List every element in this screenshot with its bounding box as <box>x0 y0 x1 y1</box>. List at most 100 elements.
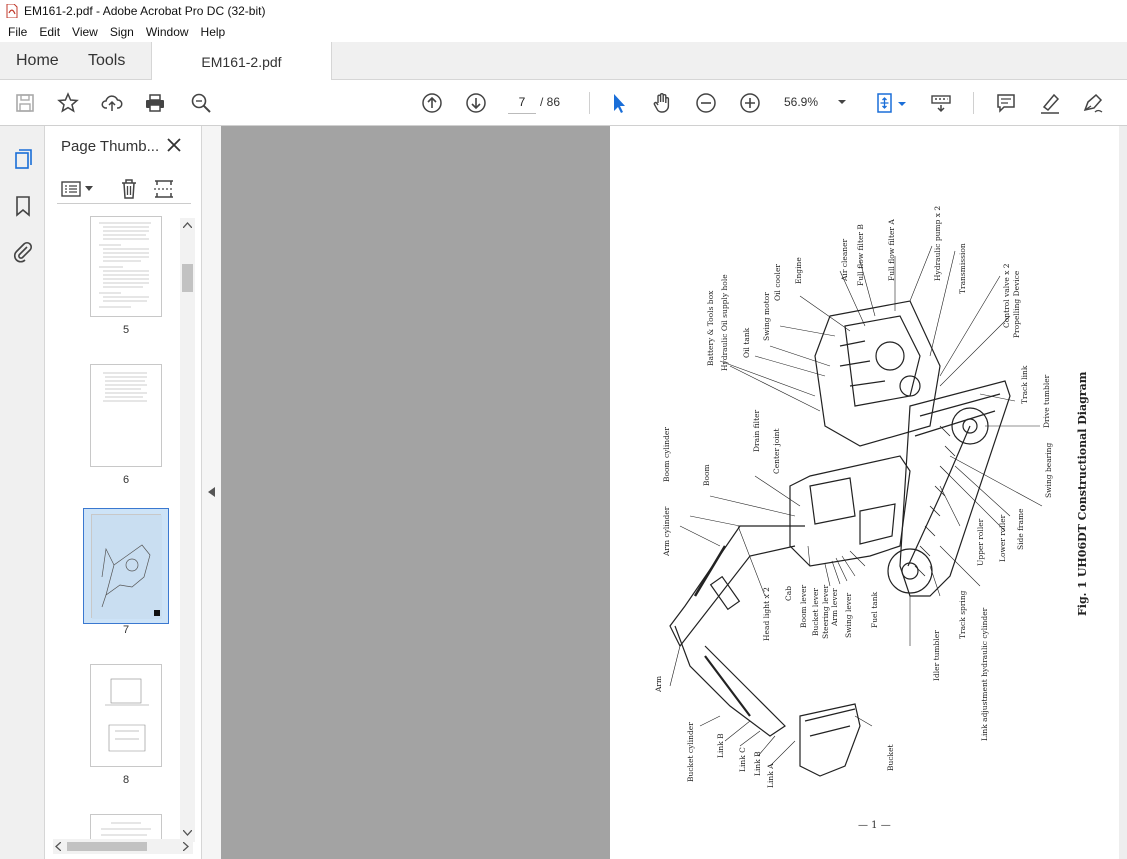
thumbnail-list: 5 6 7 8 <box>45 216 180 844</box>
diagram-label: Boom lever <box>799 584 808 628</box>
thumbnail-vertical-scrollbar[interactable] <box>180 218 195 842</box>
hand-tool-button[interactable] <box>649 90 675 116</box>
thumbnail-preview <box>103 372 147 402</box>
page-footer-number: — 1 — <box>858 820 891 831</box>
diagram-label: Link B <box>716 733 725 758</box>
collapse-arrow-icon[interactable] <box>208 487 215 497</box>
select-tool-button[interactable] <box>606 90 632 116</box>
diagram-label: Link C <box>738 747 747 772</box>
diagram-label: Bucket cylinder <box>686 722 695 782</box>
zoom-level-input[interactable]: 56.9% <box>784 90 832 114</box>
attachment-icon[interactable] <box>11 240 35 264</box>
menu-sign[interactable]: Sign <box>104 25 140 39</box>
diagram-label: Lower roller <box>998 514 1007 562</box>
upload-icon <box>101 95 123 111</box>
diagram-label: Engine <box>794 257 803 284</box>
scroll-up-icon[interactable] <box>183 222 192 228</box>
scrollbar-thumb[interactable] <box>182 264 193 292</box>
menu-help[interactable]: Help <box>195 25 232 39</box>
menu-view[interactable]: View <box>66 25 104 39</box>
upload-button[interactable] <box>99 90 125 116</box>
zoom-out-icon <box>696 93 716 113</box>
diagram-label: Fuel tank <box>870 591 879 628</box>
bookmark-star-button[interactable] <box>55 90 81 116</box>
diagram-label: Track spring <box>958 590 967 639</box>
toolbar-divider-2 <box>973 92 974 114</box>
diagram-label: Boom <box>702 464 711 486</box>
diagram-label: Bucket <box>886 744 895 771</box>
page-thumbnails-panel: Page Thumb... 5 6 7 8 <box>45 126 202 859</box>
diagram-label: Steering lever <box>821 584 830 639</box>
scroll-right-icon[interactable] <box>183 842 189 851</box>
diagram-label: Swing bearing <box>1044 442 1053 498</box>
tab-home[interactable]: Home <box>16 42 59 80</box>
main-toolbar <box>0 80 1127 126</box>
print-button[interactable] <box>142 90 168 116</box>
scrollbar-thumb[interactable] <box>67 842 147 851</box>
hand-icon <box>653 93 670 113</box>
thumbnail-options-icon[interactable] <box>61 180 81 198</box>
document-canvas <box>221 126 610 859</box>
diagram-label: Drain filter <box>752 409 761 452</box>
panel-title: Page Thumb... <box>61 138 160 155</box>
thumbnail-page-6[interactable] <box>90 364 162 467</box>
tab-document[interactable]: EM161-2.pdf <box>151 42 332 81</box>
keyboard-tool-button[interactable] <box>928 90 954 116</box>
fit-dropdown-chevron-icon[interactable] <box>898 100 906 108</box>
thumbnail-page-5[interactable] <box>90 216 162 317</box>
diagram-label: Head light x 2 <box>762 587 771 641</box>
select-arrow-icon <box>614 94 625 113</box>
comment-icon <box>997 94 1015 113</box>
save-button[interactable] <box>12 90 38 116</box>
comment-button[interactable] <box>993 90 1019 116</box>
diagram-label: Swing motor <box>762 292 771 341</box>
sign-button[interactable] <box>1080 90 1106 116</box>
pen-sign-icon <box>1083 93 1103 113</box>
thumbnail-preview <box>92 515 162 619</box>
document-scrollbar[interactable] <box>1119 126 1127 859</box>
page-fit-button[interactable] <box>872 90 898 116</box>
save-icon <box>16 94 34 112</box>
tab-bar: Home Tools EM161-2.pdf <box>0 42 1127 81</box>
thumbnail-page-8[interactable] <box>90 664 162 767</box>
diagram-label: Oil cooler <box>773 264 782 301</box>
diagram-label: Center joint <box>772 428 781 474</box>
thumbnail-horizontal-scrollbar[interactable] <box>53 839 193 854</box>
diagram-label: Battery & Tools box <box>706 290 715 366</box>
page-number-input[interactable]: 7 <box>508 90 536 114</box>
chevron-down-icon[interactable] <box>836 92 848 112</box>
scroll-left-icon[interactable] <box>55 842 61 851</box>
menu-window[interactable]: Window <box>140 25 195 39</box>
delete-icon[interactable] <box>119 178 139 200</box>
page-up-icon <box>422 93 442 113</box>
diagram-label: Link adjustment hydraulic cylinder <box>980 607 989 741</box>
left-rail <box>0 126 45 859</box>
diagram-label: Oil tank <box>742 327 751 358</box>
page-total: / 86 <box>540 95 561 109</box>
menu-file[interactable]: File <box>2 25 33 39</box>
zoom-in-icon <box>740 93 760 113</box>
panel-collapse-handle[interactable] <box>202 126 221 859</box>
previous-page-button[interactable] <box>419 90 445 116</box>
close-icon[interactable] <box>165 136 183 154</box>
diagram-label: Idler tumbler <box>932 630 941 681</box>
extract-pages-icon[interactable] <box>153 178 175 200</box>
page-thumbnails-icon[interactable] <box>11 148 35 172</box>
title-bar: EM161-2.pdf - Adobe Acrobat Pro DC (32-b… <box>0 0 1127 22</box>
menu-edit[interactable]: Edit <box>33 25 66 39</box>
diagram-label: Bucket lever <box>811 587 820 636</box>
zoom-in-button[interactable] <box>737 90 763 116</box>
print-icon <box>146 94 164 112</box>
highlight-button[interactable] <box>1037 90 1063 116</box>
diagram-label: Arm cylinder <box>662 506 671 556</box>
thumbnail-page-7[interactable] <box>91 514 162 619</box>
diagram-label: Swing lever <box>844 592 853 638</box>
diagram-label: Transmission <box>958 243 967 294</box>
next-page-button[interactable] <box>463 90 489 116</box>
bookmark-icon[interactable] <box>11 194 35 218</box>
find-button[interactable] <box>188 90 214 116</box>
tab-tools[interactable]: Tools <box>88 42 125 80</box>
zoom-out-button[interactable] <box>693 90 719 116</box>
scroll-down-icon[interactable] <box>183 830 192 836</box>
options-chevron-icon[interactable] <box>85 186 93 192</box>
